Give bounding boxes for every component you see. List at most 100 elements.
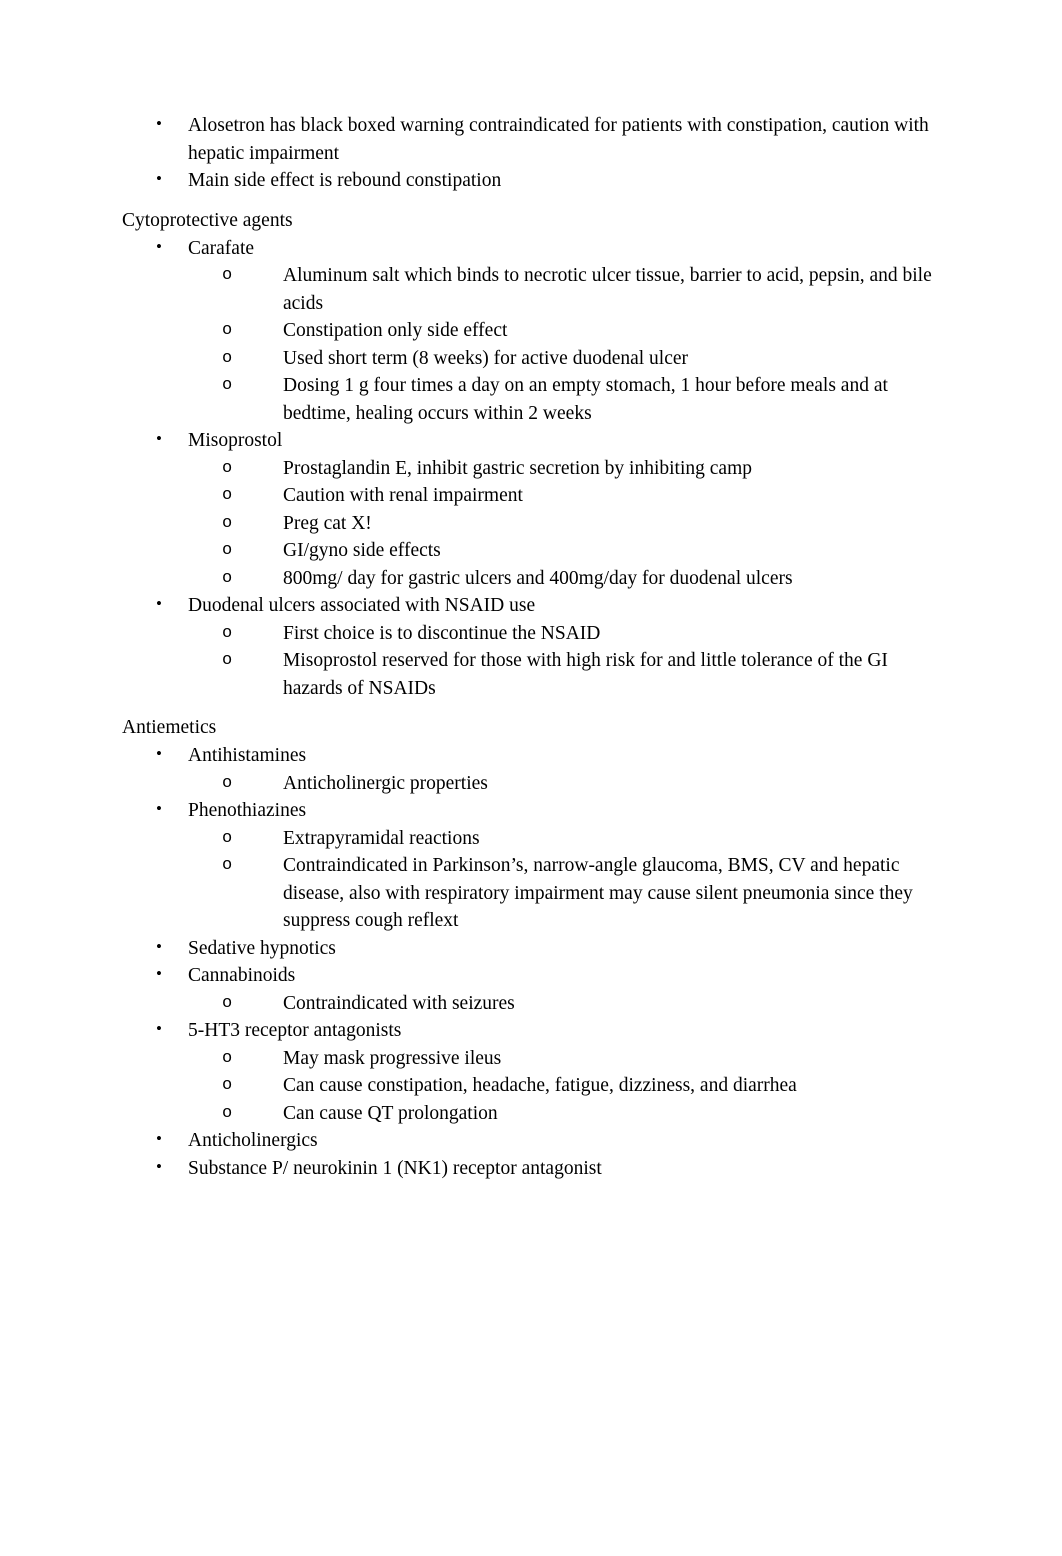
list-item: • Antihistamines o Anticholinergic prope… bbox=[122, 742, 942, 797]
sub-bullet-icon: o bbox=[222, 321, 233, 340]
sub-bullet-icon: o bbox=[222, 623, 233, 643]
sub-list-item: o Extrapyramidal reactions bbox=[222, 825, 942, 853]
sub-list-item-text: Used short term (8 weeks) for active duo… bbox=[283, 347, 689, 369]
list-item-text: Sedative hypnotics bbox=[188, 937, 336, 959]
sub-list-item-text: 800mg/ day for gastric ulcers and 400mg/… bbox=[283, 567, 793, 589]
sub-bullet-icon: o bbox=[222, 651, 233, 670]
sub-list-item: o May mask progressive ileus bbox=[222, 1045, 942, 1073]
sub-list-item: o Aluminum salt which binds to necrotic … bbox=[222, 262, 942, 317]
bullet-icon: • bbox=[156, 114, 162, 133]
sub-bullet-list: o Aluminum salt which binds to necrotic … bbox=[222, 262, 942, 427]
sub-list-item: o 800mg/ day for gastric ulcers and 400m… bbox=[222, 565, 942, 593]
sub-bullet-icon: o bbox=[222, 266, 233, 285]
sub-list-item-text: Contraindicated with seizures bbox=[283, 992, 515, 1014]
sub-list-item: o GI/gyno side effects bbox=[222, 537, 942, 565]
sub-list-item: o Misoprostol reserved for those with hi… bbox=[222, 647, 942, 702]
list-item: • Duodenal ulcers associated with NSAID … bbox=[122, 592, 942, 702]
sub-list-item: o Anticholinergic properties bbox=[222, 770, 942, 798]
bullet-icon: • bbox=[156, 744, 162, 763]
sub-bullet-icon: o bbox=[222, 856, 233, 875]
sub-list-item-text: Dosing 1 g four times a day on an empty … bbox=[283, 375, 888, 424]
sub-list-item-text: First choice is to discontinue the NSAID bbox=[283, 622, 601, 644]
sub-bullet-icon: o bbox=[222, 486, 233, 505]
sub-list-item-text: Caution with renal impairment bbox=[283, 485, 523, 506]
sub-list-item: o First choice is to discontinue the NSA… bbox=[222, 620, 942, 648]
sub-list-item: o Used short term (8 weeks) for active d… bbox=[222, 345, 942, 373]
sub-bullet-list: o First choice is to discontinue the NSA… bbox=[222, 620, 942, 703]
sub-list-item-text: Can cause QT prolongation bbox=[283, 1102, 498, 1124]
list-item: • 5-HT3 receptor antagonists o May mask … bbox=[122, 1017, 942, 1127]
list-item-text: Antihistamines bbox=[188, 745, 307, 766]
sub-bullet-icon: o bbox=[222, 348, 233, 368]
sub-list-item-text: Constipation only side effect bbox=[283, 320, 508, 341]
list-item: • Main side effect is rebound constipati… bbox=[122, 167, 942, 195]
sub-list-item-text: Anticholinergic properties bbox=[283, 772, 488, 794]
sub-bullet-icon: o bbox=[222, 1103, 233, 1123]
bullet-icon: • bbox=[156, 594, 162, 613]
list-item-text: Carafate bbox=[188, 237, 255, 259]
list-item: • Sedative hypnotics bbox=[122, 935, 942, 963]
list-item-text: Duodenal ulcers associated with NSAID us… bbox=[188, 595, 536, 616]
sub-list-item: o Constipation only side effect bbox=[222, 317, 942, 345]
sub-bullet-icon: o bbox=[222, 568, 233, 588]
bullet-icon: • bbox=[156, 964, 162, 983]
sub-bullet-icon: o bbox=[222, 376, 233, 395]
sub-list-item: o Preg cat X! bbox=[222, 510, 942, 538]
sub-list-item-text: Can cause constipation, headache, fatigu… bbox=[283, 1075, 797, 1096]
bullet-icon: • bbox=[156, 169, 162, 188]
list-item: • Carafate o Aluminum salt which binds t… bbox=[122, 235, 942, 428]
sub-bullet-icon: o bbox=[222, 513, 233, 533]
sub-list-item-text: Contraindicated in Parkinson’s, narrow-a… bbox=[283, 855, 913, 931]
sub-list-item: o Caution with renal impairment bbox=[222, 482, 942, 510]
section-heading-cytoprotective-agents: Cytoprotective agents bbox=[122, 209, 293, 231]
document-page: • Alosetron has black boxed warning cont… bbox=[0, 0, 1062, 1556]
sub-list-item-text: Prostaglandin E, inhibit gastric secreti… bbox=[283, 457, 752, 479]
sub-bullet-icon: o bbox=[222, 773, 233, 793]
sub-list-item: o Can cause constipation, headache, fati… bbox=[222, 1072, 942, 1100]
list-item: • Cannabinoids o Contraindicated with se… bbox=[122, 962, 942, 1017]
list-item: • Anticholinergics bbox=[122, 1127, 942, 1155]
sub-list-item: o Contraindicated in Parkinson’s, narrow… bbox=[222, 852, 942, 935]
sub-bullet-icon: o bbox=[222, 1048, 233, 1068]
list-item-text: Alosetron has black boxed warning contra… bbox=[188, 115, 929, 164]
sub-list-item-text: May mask progressive ileus bbox=[283, 1047, 502, 1069]
sub-list-item-text: Preg cat X! bbox=[283, 512, 372, 534]
section-heading-antiemetics: Antiemetics bbox=[122, 717, 217, 738]
list-item-text: Phenothiazines bbox=[188, 800, 307, 821]
sub-bullet-list: o May mask progressive ileus o Can cause… bbox=[222, 1045, 942, 1128]
list-item-text: Misoprostol bbox=[188, 430, 283, 451]
sub-list-item-text: GI/gyno side effects bbox=[283, 540, 441, 561]
sub-bullet-list: o Prostaglandin E, inhibit gastric secre… bbox=[222, 455, 942, 593]
list-item-text: Main side effect is rebound constipation bbox=[188, 170, 502, 191]
sub-list-item-text: Aluminum salt which binds to necrotic ul… bbox=[283, 265, 932, 314]
sub-bullet-list: o Extrapyramidal reactions o Contraindic… bbox=[222, 825, 942, 935]
bullet-list: • Alosetron has black boxed warning cont… bbox=[122, 112, 942, 195]
bullet-icon: • bbox=[156, 1019, 162, 1038]
bullet-icon: • bbox=[156, 429, 162, 448]
bullet-icon: • bbox=[156, 1129, 162, 1148]
sub-list-item: o Dosing 1 g four times a day on an empt… bbox=[222, 372, 942, 427]
bullet-icon: • bbox=[156, 936, 162, 956]
bullet-icon: • bbox=[156, 1156, 162, 1176]
sub-list-item: o Can cause QT prolongation bbox=[222, 1100, 942, 1128]
bullet-icon: • bbox=[156, 799, 162, 818]
list-item-text: 5-HT3 receptor antagonists bbox=[188, 1020, 402, 1041]
sub-bullet-icon: o bbox=[222, 458, 233, 478]
sub-bullet-list: o Contraindicated with seizures bbox=[222, 990, 942, 1018]
bullet-icon: • bbox=[156, 236, 162, 256]
bullet-list: • Antihistamines o Anticholinergic prope… bbox=[122, 742, 942, 1182]
list-item: • Misoprostol o Prostaglandin E, inhibit… bbox=[122, 427, 942, 592]
bullet-list: • Carafate o Aluminum salt which binds t… bbox=[122, 235, 942, 703]
sub-bullet-icon: o bbox=[222, 541, 233, 560]
sub-bullet-icon: o bbox=[222, 1076, 233, 1095]
sub-bullet-icon: o bbox=[222, 828, 233, 848]
list-item-text: Substance P/ neurokinin 1 (NK1) receptor… bbox=[188, 1157, 602, 1179]
list-item-text: Anticholinergics bbox=[188, 1130, 318, 1151]
sub-bullet-icon: o bbox=[222, 993, 233, 1013]
document-body: • Alosetron has black boxed warning cont… bbox=[122, 112, 942, 1182]
list-item: • Phenothiazines o Extrapyramidal reacti… bbox=[122, 797, 942, 935]
list-item: • Substance P/ neurokinin 1 (NK1) recept… bbox=[122, 1155, 942, 1183]
sub-list-item: o Contraindicated with seizures bbox=[222, 990, 942, 1018]
list-item-text: Cannabinoids bbox=[188, 965, 296, 986]
list-item: • Alosetron has black boxed warning cont… bbox=[122, 112, 942, 167]
